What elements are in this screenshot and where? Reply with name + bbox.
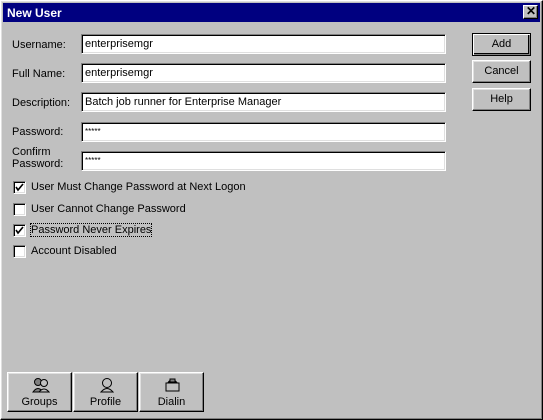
checkbox-label: Account Disabled: [31, 245, 117, 257]
confirm-label-line2: Password:: [12, 158, 64, 170]
checkmark-icon: [15, 226, 24, 235]
groups-label: Groups: [21, 396, 58, 408]
dialog-title: New User: [7, 6, 62, 20]
cancel-button[interactable]: Cancel: [472, 60, 531, 83]
close-button[interactable]: ✕: [523, 4, 538, 19]
dialin-label: Dialin: [157, 396, 186, 408]
add-button[interactable]: Add: [472, 33, 531, 56]
groups-icon: [32, 378, 50, 393]
full-name-label: Full Name:: [12, 68, 66, 80]
dialin-icon: [165, 378, 180, 392]
dialin-button[interactable]: Dialin: [139, 372, 204, 412]
username-label: Username:: [12, 39, 66, 51]
profile-icon: [99, 378, 115, 393]
checkbox-box[interactable]: [13, 203, 26, 216]
close-icon: ✕: [526, 4, 537, 18]
password-field[interactable]: *****: [81, 122, 446, 142]
confirm-password-field[interactable]: *****: [81, 151, 446, 171]
checkbox-box[interactable]: [13, 181, 26, 194]
checkbox-label: User Cannot Change Password: [31, 203, 186, 215]
checkbox-box[interactable]: [13, 245, 26, 258]
groups-button[interactable]: Groups: [7, 372, 72, 412]
checkbox-label: User Must Change Password at Next Logon: [31, 181, 246, 193]
description-label: Description:: [12, 97, 71, 109]
username-field[interactable]: enterprisemgr: [81, 34, 446, 54]
help-button[interactable]: Help: [472, 88, 531, 111]
checkbox-box[interactable]: [13, 224, 26, 237]
confirm-label-line1: Confirm: [12, 146, 51, 158]
profile-label: Profile: [89, 396, 122, 408]
title-bar[interactable]: New User ✕: [3, 3, 540, 22]
new-user-dialog: New User ✕ Username: enterprisemgr Full …: [0, 0, 543, 420]
checkmark-icon: [15, 183, 24, 192]
full-name-field[interactable]: enterprisemgr: [81, 63, 446, 83]
checkbox-label: Password Never Expires: [29, 223, 153, 237]
profile-button[interactable]: Profile: [73, 372, 138, 412]
description-field[interactable]: Batch job runner for Enterprise Manager: [81, 92, 446, 112]
password-label: Password:: [12, 126, 64, 138]
